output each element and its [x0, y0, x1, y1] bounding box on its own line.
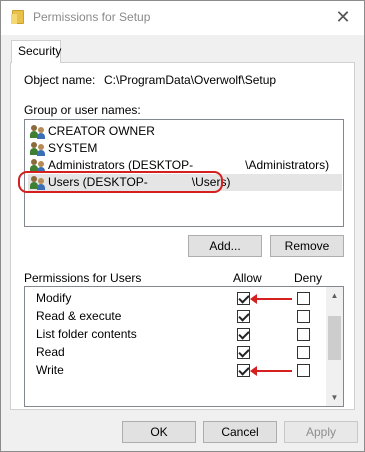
list-item-label: Users (DESKTOP- — [48, 175, 148, 189]
permission-label: Read — [36, 345, 65, 359]
tab-security[interactable]: Security — [11, 40, 61, 63]
list-item-label: SYSTEM — [48, 141, 98, 155]
group-names-label: Group or user names: — [24, 103, 141, 117]
permission-row-write: Write — [25, 361, 325, 379]
remove-button[interactable]: Remove — [270, 235, 344, 257]
object-name-value: C:\ProgramData\Overwolf\Setup — [104, 73, 277, 87]
add-button[interactable]: Add... — [188, 235, 262, 257]
deny-checkbox[interactable] — [297, 328, 310, 341]
permission-row-modify: Modify — [25, 289, 325, 307]
users-icon — [30, 141, 46, 156]
redacted-region — [193, 159, 246, 173]
title-bar: Permissions for Setup ✕ — [1, 1, 364, 35]
deny-checkbox[interactable] — [297, 364, 310, 377]
cancel-button[interactable]: Cancel — [203, 421, 277, 443]
permissions-list: Modify Read & execute List folder conten… — [24, 286, 344, 407]
apply-button[interactable]: Apply — [284, 421, 358, 443]
security-panel: Object name: C:\ProgramData\Overwolf\Set… — [10, 62, 355, 410]
permissions-label: Permissions for Users — [24, 271, 142, 285]
redacted-region — [147, 176, 192, 190]
list-item-label: Administrators (DESKTOP- — [48, 158, 194, 172]
list-item-label-suffix: \Users) — [191, 175, 231, 189]
permission-label: Modify — [36, 291, 72, 305]
folder-icon — [11, 10, 24, 24]
permissions-dialog: Permissions for Setup ✕ Security Object … — [0, 0, 365, 452]
permission-row-list-folder: List folder contents — [25, 325, 325, 343]
deny-column-header: Deny — [294, 271, 323, 285]
object-name-label: Object name: — [24, 73, 96, 87]
close-button[interactable]: ✕ — [329, 4, 357, 30]
list-item-label: CREATOR OWNER — [48, 124, 155, 138]
permission-row-read: Read — [25, 343, 325, 361]
allow-checkbox[interactable] — [237, 346, 250, 359]
deny-checkbox[interactable] — [297, 292, 310, 305]
users-icon — [30, 124, 46, 139]
window-title: Permissions for Setup — [33, 10, 151, 24]
permission-row-read-execute: Read & execute — [25, 307, 325, 325]
scroll-up-arrow-icon[interactable]: ▲ — [326, 287, 343, 304]
users-icon — [30, 158, 46, 173]
list-item-creator-owner[interactable]: CREATOR OWNER — [28, 123, 342, 140]
permission-label: Write — [36, 363, 64, 377]
annotation-arrow — [250, 294, 292, 304]
list-item-users[interactable]: Users (DESKTOP- \Users) — [28, 174, 342, 191]
list-item-system[interactable]: SYSTEM — [28, 140, 342, 157]
permission-label: List folder contents — [36, 327, 137, 341]
users-icon — [30, 175, 46, 190]
allow-column-header: Allow — [233, 271, 262, 285]
allow-checkbox[interactable] — [237, 292, 250, 305]
permissions-scrollbar[interactable]: ▲ ▼ — [326, 287, 343, 406]
scroll-down-arrow-icon[interactable]: ▼ — [326, 389, 343, 406]
annotation-arrow — [250, 366, 292, 376]
group-user-list[interactable]: CREATOR OWNER SYSTEM Administrators (DES… — [24, 119, 344, 227]
deny-checkbox[interactable] — [297, 310, 310, 323]
deny-checkbox[interactable] — [297, 346, 310, 359]
permission-label: Read & execute — [36, 309, 122, 323]
allow-checkbox[interactable] — [237, 310, 250, 323]
list-item-label-suffix: \Administrators) — [245, 158, 330, 172]
allow-checkbox[interactable] — [237, 328, 250, 341]
ok-button[interactable]: OK — [122, 421, 196, 443]
list-item-administrators[interactable]: Administrators (DESKTOP- \Administrators) — [28, 157, 342, 174]
allow-checkbox[interactable] — [237, 364, 250, 377]
scrollbar-thumb[interactable] — [328, 316, 341, 360]
